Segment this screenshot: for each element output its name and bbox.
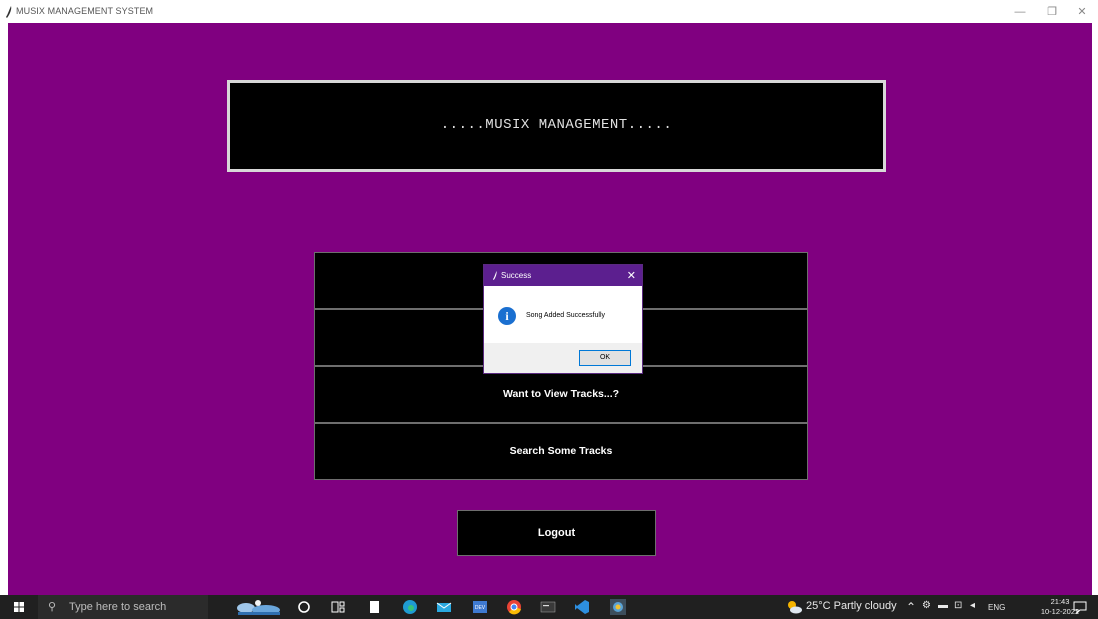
- mail-icon[interactable]: [436, 599, 452, 615]
- notification-icon[interactable]: [1072, 599, 1088, 615]
- taskbar: ⚲ Type here to search DEV 25°C Partly cl…: [0, 595, 1098, 619]
- search-placeholder: Type here to search: [69, 601, 167, 613]
- dev-app-icon[interactable]: DEV: [472, 599, 488, 615]
- close-button[interactable]: ✕: [1070, 3, 1094, 21]
- network-icon[interactable]: ⊡: [954, 600, 962, 611]
- battery-icon[interactable]: ▬: [938, 600, 948, 611]
- weather-text[interactable]: 25°C Partly cloudy: [806, 600, 897, 612]
- dialog-titlebar: Success ✕: [484, 265, 642, 286]
- chrome-icon[interactable]: [506, 599, 522, 615]
- taskbar-search[interactable]: ⚲ Type here to search: [38, 595, 208, 619]
- window-titlebar: MUSIX MANAGEMENT SYSTEM — ❐ ✕: [0, 0, 1098, 23]
- search-tracks-button[interactable]: Search Some Tracks: [314, 423, 808, 480]
- feather-icon: [493, 271, 497, 280]
- edge-icon[interactable]: [402, 599, 418, 615]
- chevron-up-icon[interactable]: ⌃: [906, 600, 916, 614]
- cortana-icon[interactable]: [296, 599, 312, 615]
- view-tracks-button[interactable]: Want to View Tracks...?: [314, 366, 808, 423]
- python-app-icon[interactable]: [610, 599, 626, 615]
- minimize-button[interactable]: —: [1008, 3, 1032, 21]
- app-banner: .....MUSIX MANAGEMENT.....: [227, 80, 886, 172]
- dialog-footer: OK: [484, 343, 642, 373]
- windows-start-icon[interactable]: [14, 602, 24, 612]
- banner-title: .....MUSIX MANAGEMENT.....: [440, 117, 673, 133]
- maximize-button[interactable]: ❐: [1040, 3, 1064, 21]
- language-indicator[interactable]: ENG: [988, 603, 1005, 612]
- volume-icon[interactable]: ◂: [970, 600, 975, 611]
- info-icon: i: [498, 307, 516, 325]
- window-title: MUSIX MANAGEMENT SYSTEM: [16, 6, 154, 16]
- feather-icon: [6, 6, 12, 18]
- svg-text:DEV: DEV: [475, 605, 486, 611]
- weather-icon[interactable]: [786, 599, 802, 615]
- ok-button[interactable]: OK: [579, 350, 631, 366]
- terminal-icon[interactable]: [540, 599, 556, 615]
- success-dialog: Success ✕ i Song Added Successfully OK: [484, 265, 642, 373]
- dialog-title: Success: [501, 271, 532, 280]
- system-tray-icon[interactable]: ⚙: [922, 600, 931, 611]
- dialog-close-icon[interactable]: ✕: [627, 269, 636, 282]
- search-icon: ⚲: [48, 601, 57, 613]
- logout-button[interactable]: Logout: [457, 510, 656, 556]
- search-highlight-icon[interactable]: [232, 597, 284, 617]
- vscode-icon[interactable]: [574, 599, 590, 615]
- dialog-message: Song Added Successfully: [526, 312, 605, 319]
- task-view-icon[interactable]: [330, 599, 346, 615]
- notepad-icon[interactable]: [366, 599, 382, 615]
